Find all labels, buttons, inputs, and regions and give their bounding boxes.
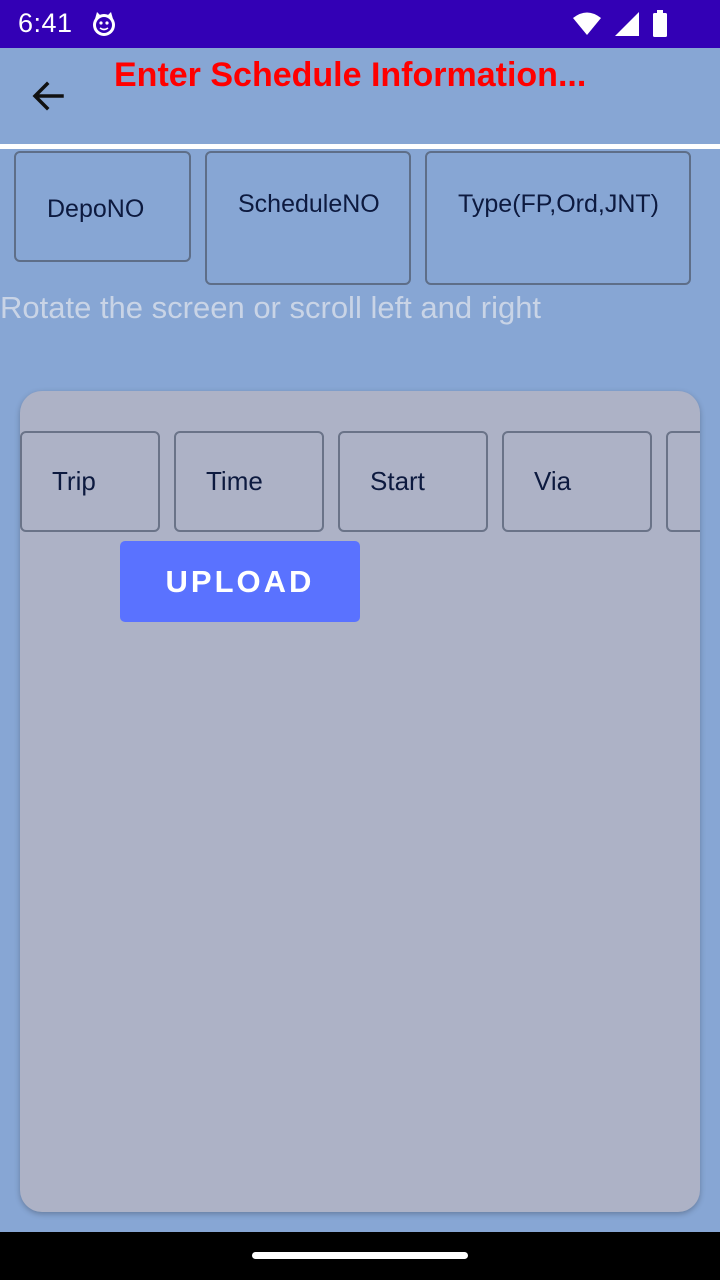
type-field[interactable]: Type(FP,Ord,JNT) bbox=[425, 151, 691, 285]
schedule-no-field[interactable]: ScheduleNO bbox=[205, 151, 411, 285]
start-column-field[interactable]: Start bbox=[338, 431, 488, 532]
schedule-no-label: ScheduleNO bbox=[238, 190, 380, 218]
time-column-label: Time bbox=[206, 466, 263, 496]
rotate-hint: Rotate the screen or scroll left and rig… bbox=[0, 290, 542, 325]
back-button[interactable] bbox=[20, 72, 76, 120]
home-gesture-handle[interactable] bbox=[252, 1252, 468, 1259]
cat-icon bbox=[93, 12, 115, 36]
navigation-bar bbox=[0, 1232, 720, 1280]
depo-no-label: DepoNO bbox=[47, 195, 145, 223]
status-time: 6:41 bbox=[18, 8, 73, 38]
page-title: Enter Schedule Information... bbox=[114, 56, 587, 94]
app-bar: Enter Schedule Information... bbox=[0, 48, 720, 144]
type-label: Type(FP,Ord,JNT) bbox=[458, 190, 659, 218]
time-column-field[interactable]: Time bbox=[174, 431, 324, 532]
schedule-table-card: Trip Time Start Via UPLOAD bbox=[20, 391, 700, 1212]
via-column-label: Via bbox=[534, 466, 572, 496]
arrow-back-icon bbox=[32, 81, 64, 111]
signal-icon bbox=[615, 12, 639, 36]
status-bar: 6:41 bbox=[0, 0, 720, 48]
depo-no-field[interactable]: DepoNO bbox=[14, 151, 191, 262]
wifi-icon bbox=[573, 12, 601, 35]
trip-column-label: Trip bbox=[52, 466, 96, 496]
next-column-field[interactable] bbox=[666, 431, 700, 532]
via-column-field[interactable]: Via bbox=[502, 431, 652, 532]
app-bar-divider bbox=[0, 144, 720, 149]
trip-column-field[interactable]: Trip bbox=[20, 431, 160, 532]
battery-icon bbox=[653, 10, 667, 37]
upload-button[interactable]: UPLOAD bbox=[120, 541, 360, 622]
start-column-label: Start bbox=[370, 466, 425, 496]
